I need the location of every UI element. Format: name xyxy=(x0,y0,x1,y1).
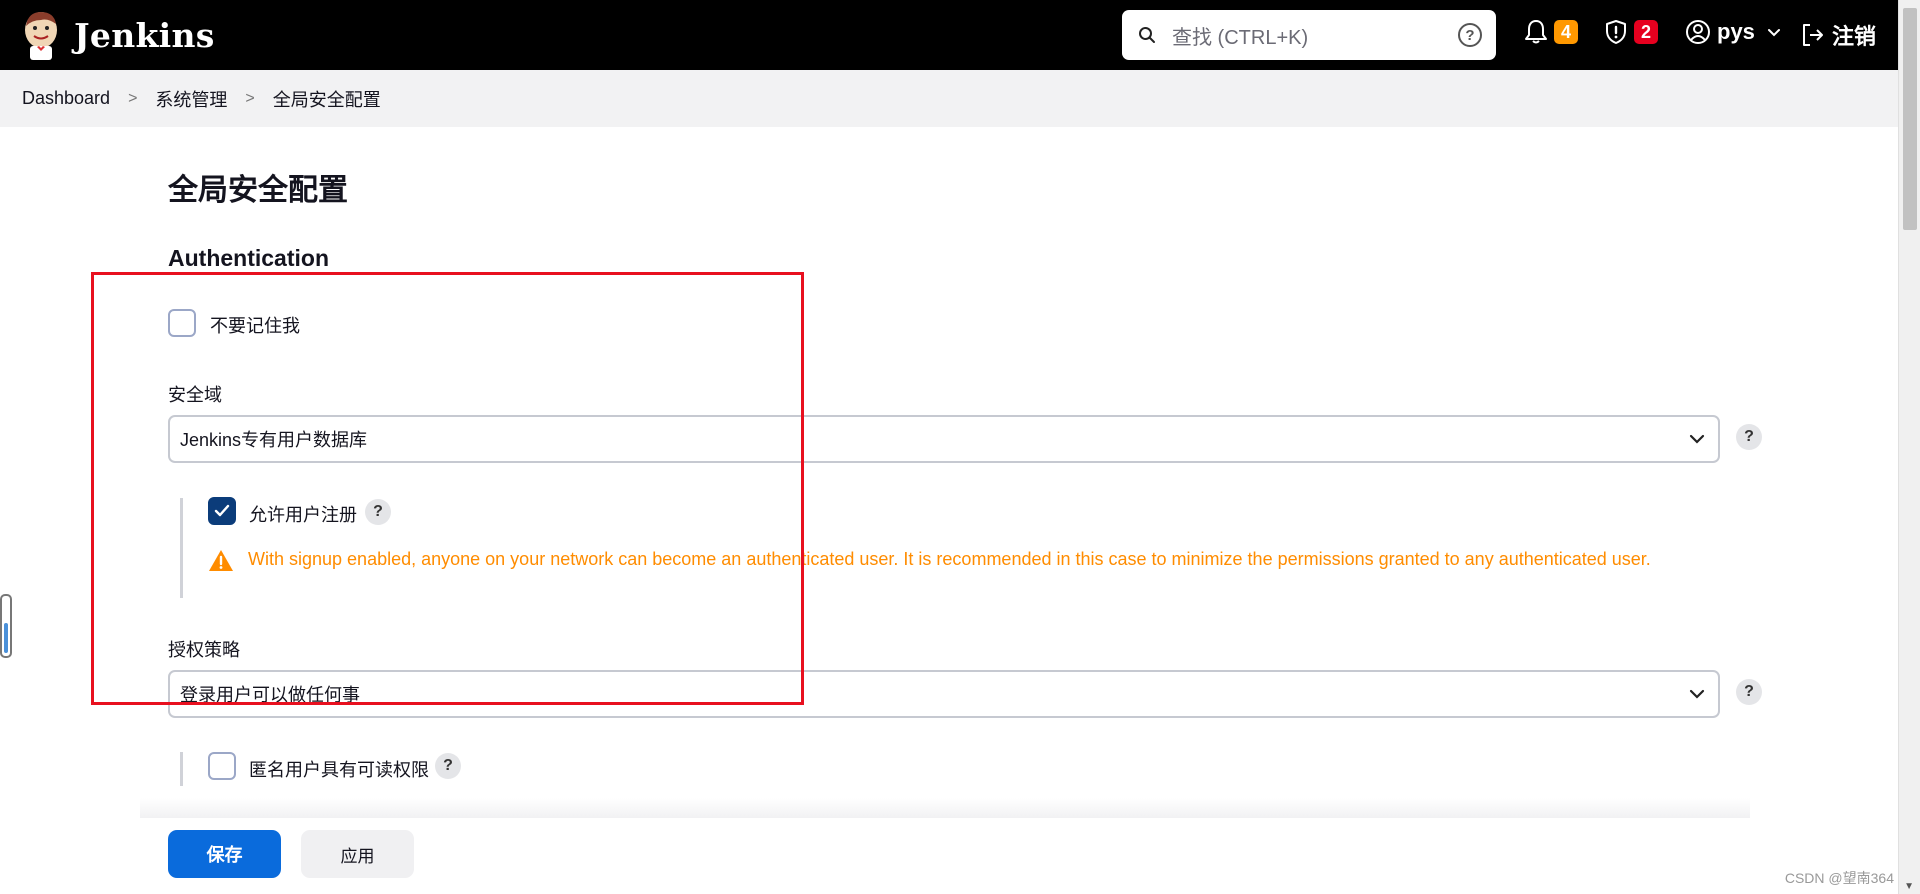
section-title-authentication: Authentication xyxy=(168,245,329,271)
anonymous-read-label: 匿名用户具有可读权限 xyxy=(249,760,429,780)
search-icon xyxy=(1139,27,1155,43)
top-header: Jenkins 查找 (CTRL+K) ? 4 2 pys 注销 xyxy=(0,0,1898,70)
jenkins-home-link[interactable]: Jenkins xyxy=(20,10,215,60)
bottom-bar-shadow xyxy=(140,798,1750,818)
notifications-badge: 4 xyxy=(1554,20,1578,44)
jenkins-logo-icon xyxy=(25,12,57,60)
logout-button[interactable]: 注销 xyxy=(1800,19,1876,51)
security-realm-help-icon[interactable]: ? xyxy=(1736,424,1762,450)
bell-icon xyxy=(1525,20,1547,44)
security-badge: 2 xyxy=(1634,20,1658,44)
notifications-button[interactable]: 4 xyxy=(1524,19,1578,45)
breadcrumb-separator-icon: > xyxy=(245,89,255,107)
security-warnings-button[interactable]: 2 xyxy=(1604,19,1658,45)
shield-icon xyxy=(1606,20,1626,44)
page-scrollbar[interactable]: ▼ xyxy=(1898,0,1920,894)
annotation-highlight-box xyxy=(91,272,804,705)
breadcrumb-item-dashboard[interactable]: Dashboard xyxy=(22,88,110,109)
chevron-down-icon xyxy=(1689,689,1705,699)
save-button[interactable]: 保存 xyxy=(168,830,281,878)
anonymous-read-checkbox[interactable] xyxy=(208,752,236,780)
scroll-down-arrow-icon[interactable]: ▼ xyxy=(1904,881,1914,892)
breadcrumb-item-security[interactable]: 全局安全配置 xyxy=(273,86,381,112)
authorization-help-icon[interactable]: ? xyxy=(1736,679,1762,705)
apply-button[interactable]: 应用 xyxy=(301,830,414,878)
watermark: CSDN @望南364 xyxy=(1784,870,1894,886)
side-scroll-handle[interactable] xyxy=(0,594,12,658)
side-scroll-fill xyxy=(4,623,8,653)
authorization-options-indent xyxy=(180,752,183,786)
page-title: 全局安全配置 xyxy=(168,174,348,207)
breadcrumb-item-manage[interactable]: 系统管理 xyxy=(155,86,227,112)
user-icon xyxy=(1686,20,1710,44)
anonymous-read-help-icon[interactable]: ? xyxy=(435,753,461,779)
chevron-down-icon xyxy=(1767,29,1780,37)
search-box[interactable]: 查找 (CTRL+K) ? xyxy=(1122,10,1496,60)
search-help-icon[interactable]: ? xyxy=(1458,23,1482,47)
user-name: pys xyxy=(1717,19,1755,44)
logout-icon xyxy=(1803,24,1823,46)
scrollbar-thumb[interactable] xyxy=(1903,8,1917,230)
app-name: Jenkins xyxy=(74,15,215,55)
logout-label: 注销 xyxy=(1832,24,1877,49)
chevron-down-icon xyxy=(1689,434,1705,444)
user-menu[interactable]: pys xyxy=(1685,19,1781,45)
breadcrumb-separator-icon: > xyxy=(128,89,138,107)
breadcrumb: Dashboard > 系统管理 > 全局安全配置 xyxy=(0,70,1898,127)
search-input[interactable]: 查找 (CTRL+K) xyxy=(1172,21,1458,50)
